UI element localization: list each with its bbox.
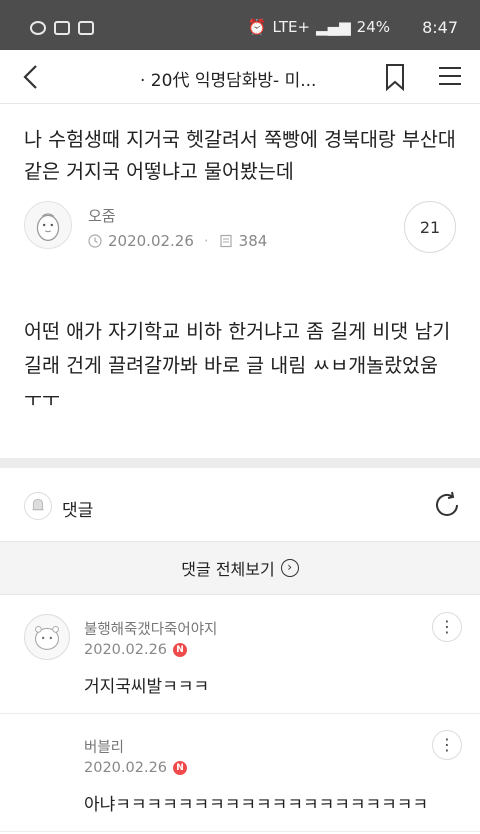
post-meta: 2020.02.26 · 384 [88,232,267,250]
comment-author[interactable]: 불행해죽갰다죽어야지 [84,618,217,639]
battery-label: 24% [356,18,390,36]
alarm-icon: ⏰ [247,18,267,36]
separator: · [203,232,209,250]
board-title: · 20代 익명담화방- 미... [140,71,317,91]
post-date: 2020.02.26 [108,232,194,250]
new-badge: N [173,643,188,657]
avatar[interactable] [24,614,70,660]
clock-icon [88,234,102,248]
comment-author[interactable]: 버블리 [84,736,124,757]
signal-icon: ▂▄▆ [316,18,351,36]
post-author[interactable]: 오줌 [88,205,116,226]
notification-icon [30,21,46,35]
section-divider [0,458,480,468]
post-title: 나 수험생때 지거국 헷갈려서 쭉빵에 경북대랑 부산대같은 거지국 어떻냐고 … [24,128,456,183]
bell-icon[interactable] [24,492,52,520]
app-bar: · 20代 익명담화방- 미... [0,50,480,104]
avatar[interactable] [24,201,72,249]
refresh-icon[interactable] [432,490,462,520]
view-all-label: 댓글 전체보기 [181,560,275,579]
comment-count-button[interactable]: 21 [404,201,456,253]
view-all-comments-button[interactable]: 댓글 전체보기 › [0,541,480,595]
network-label: LTE+ [272,18,311,36]
comment-item: 불행해죽갰다죽어야지 2020.02.26 N 거지국씨발ㅋㅋㅋ ⋮ [0,596,480,714]
more-icon[interactable]: ⋮ [432,730,462,760]
comment-item: 버블리 2020.02.26 N 아냐ㅋㅋㅋㅋㅋㅋㅋㅋㅋㅋㅋㅋㅋㅋㅋㅋㅋㅋㅋㅋ … [0,714,480,832]
bookmark-icon[interactable] [384,63,406,91]
notification-icon [54,21,70,35]
notification-icons [30,21,94,35]
new-badge: N [173,761,188,775]
back-arrow-icon[interactable] [18,62,46,92]
comment-meta: 2020.02.26 N [84,642,188,658]
comment-meta: 2020.02.26 N [84,760,188,776]
image-icon [78,21,94,35]
comment-text: 아냐ㅋㅋㅋㅋㅋㅋㅋㅋㅋㅋㅋㅋㅋㅋㅋㅋㅋㅋㅋㅋ [84,795,429,815]
status-indicators: ⏰ LTE+ ▂▄▆ 24% [248,18,390,36]
comment-date: 2020.02.26 [84,642,168,658]
status-bar: ⏰ LTE+ ▂▄▆ 24% 8:47 [0,0,480,50]
views-icon [220,234,232,248]
chevron-right-icon: › [280,559,299,577]
view-count: 384 [238,232,268,250]
post-body: 어떤 애가 자기학교 비하 한거냐고 좀 길게 비댓 남기길래 건게 끌려갈까봐… [24,320,451,411]
menu-icon[interactable] [438,66,462,86]
more-icon[interactable]: ⋮ [432,612,462,642]
clock: 8:47 [422,18,458,37]
comments-header: 댓글 [0,468,480,542]
comment-date: 2020.02.26 [84,760,168,776]
comments-label: 댓글 [62,501,94,521]
comment-text: 거지국씨발ㅋㅋㅋ [84,677,210,697]
